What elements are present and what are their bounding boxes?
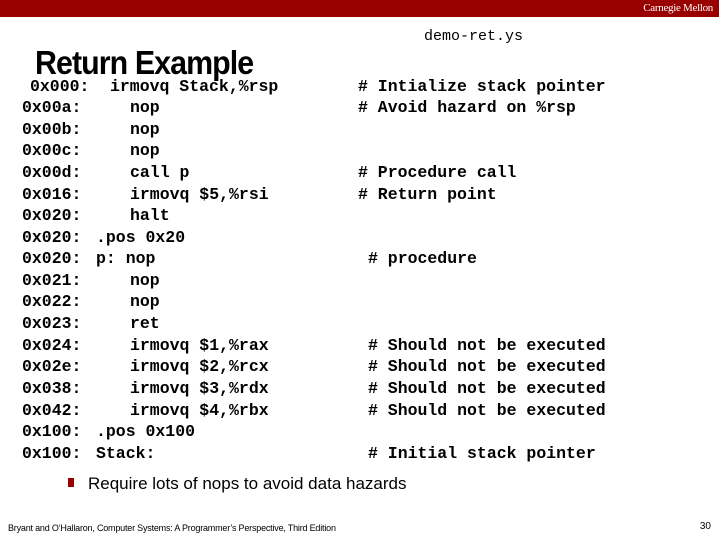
- code-instruction: .pos 0x20: [96, 228, 186, 247]
- code-address: 0x100:: [22, 444, 82, 463]
- code-address: 0x020:: [22, 228, 82, 247]
- code-instruction: call p: [130, 163, 190, 182]
- code-address: 0x042:: [22, 401, 82, 420]
- code-comment: # Should not be executed: [368, 401, 606, 420]
- page-number: 30: [699, 521, 711, 532]
- code-address: 0x00d:: [22, 163, 82, 182]
- code-instruction: halt: [130, 206, 170, 225]
- code-instruction: Stack:: [96, 444, 156, 463]
- code-address: 0x00b:: [22, 120, 82, 139]
- header-bar: Carnegie Mellon: [0, 0, 719, 17]
- code-address: 0x016:: [22, 185, 82, 204]
- code-address: 0x024:: [22, 336, 82, 355]
- code-instruction: irmovq Stack,%rsp: [110, 77, 279, 96]
- code-comment: # Should not be executed: [368, 357, 606, 376]
- code-address: 0x023:: [22, 314, 82, 333]
- code-instruction: p: nop: [96, 249, 156, 268]
- code-comment: # Avoid hazard on %rsp: [358, 98, 576, 117]
- code-address: 0x038:: [22, 379, 82, 398]
- code-address: 0x022:: [22, 292, 82, 311]
- code-comment: # Return point: [358, 185, 497, 204]
- code-instruction: nop: [130, 271, 160, 290]
- code-instruction: irmovq $2,%rcx: [130, 357, 269, 376]
- code-comment: # Procedure call: [358, 163, 517, 182]
- code-address: 0x000:: [30, 77, 90, 96]
- code-instruction: nop: [130, 98, 160, 117]
- code-comment: # Should not be executed: [368, 379, 606, 398]
- bullet-square-icon: [68, 478, 74, 487]
- code-instruction: .pos 0x100: [96, 422, 196, 441]
- code-address: 0x020:: [22, 249, 82, 268]
- code-address: 0x00a:: [22, 98, 82, 117]
- code-instruction: nop: [130, 141, 160, 160]
- code-address: 0x100:: [22, 422, 82, 441]
- code-instruction: irmovq $1,%rax: [130, 336, 269, 355]
- code-instruction: irmovq $3,%rdx: [130, 379, 269, 398]
- code-comment: # procedure: [368, 249, 477, 268]
- code-address: 0x021:: [22, 271, 82, 290]
- filename-label: demo-ret.ys: [424, 28, 524, 45]
- code-address: 0x02e:: [22, 357, 82, 376]
- code-comment: # Intialize stack pointer: [358, 77, 606, 96]
- code-address: 0x020:: [22, 206, 82, 225]
- code-instruction: irmovq $5,%rsi: [130, 185, 269, 204]
- code-instruction: nop: [130, 120, 160, 139]
- code-instruction: ret: [130, 314, 160, 333]
- code-instruction: nop: [130, 292, 160, 311]
- bullet-item: Require lots of nops to avoid data hazar…: [68, 474, 406, 494]
- code-address: 0x00c:: [22, 141, 82, 160]
- footer-citation: Bryant and O’Hallaron, Computer Systems:…: [8, 523, 336, 533]
- code-comment: # Should not be executed: [368, 336, 606, 355]
- code-instruction: irmovq $4,%rbx: [130, 401, 269, 420]
- bullet-text: Require lots of nops to avoid data hazar…: [88, 474, 407, 493]
- code-comment: # Initial stack pointer: [368, 444, 596, 463]
- brand-label: Carnegie Mellon: [643, 2, 713, 14]
